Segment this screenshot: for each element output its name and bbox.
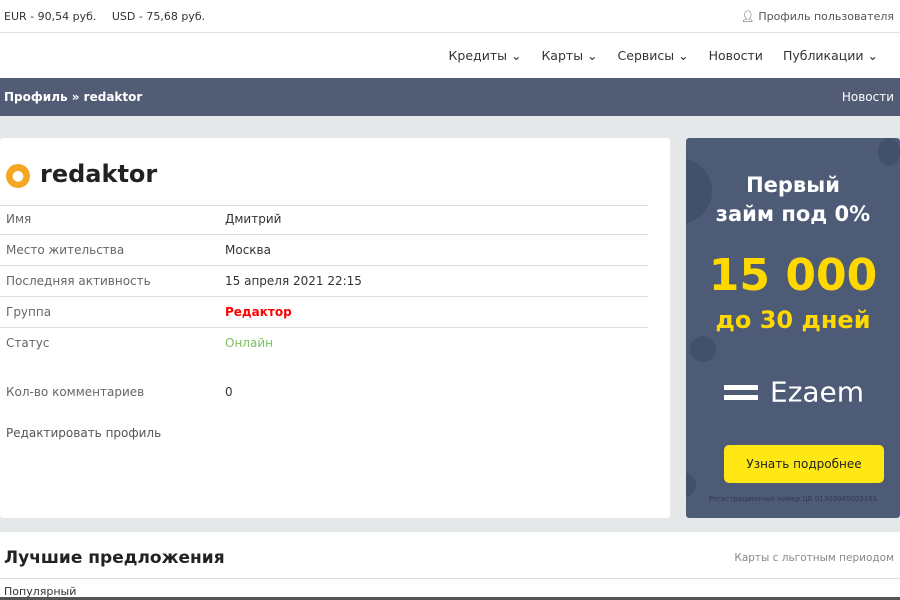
learn-more-button[interactable]: Узнать подробнее <box>724 445 884 483</box>
nav-services-label: Сервисы <box>617 48 675 63</box>
label-group: Группа <box>6 305 52 319</box>
nav-cards-label: Карты <box>541 48 584 63</box>
divider <box>0 265 648 266</box>
nav-publications[interactable]: Публикации ⌄ <box>783 48 878 63</box>
breadcrumb: Профиль » redaktor Новости <box>0 78 900 116</box>
cards-grace-link[interactable]: Карты с льготным периодом <box>734 552 894 564</box>
ad-term: до 30 дней <box>715 306 871 334</box>
ezaem-logo: Ezaem <box>724 374 864 409</box>
label-city: Место жительства <box>6 243 125 257</box>
nav-publications-label: Публикации <box>782 48 864 63</box>
ad-headline-line2: займ под 0% <box>715 202 871 226</box>
chevron-down-icon: ⌄ <box>678 48 689 63</box>
value-group: Редактор <box>225 305 292 319</box>
logo-icon <box>724 380 758 405</box>
divider <box>0 205 648 206</box>
usd-rate: USD - 75,68 руб. <box>111 10 206 23</box>
label-name: Имя <box>6 212 32 226</box>
top-bar: EUR - 90,54 руб. USD - 75,68 руб. 👤︎ Про… <box>0 0 900 33</box>
value-last-activity: 15 апреля 2021 22:15 <box>225 274 362 288</box>
nav-news[interactable]: Новости <box>709 48 763 63</box>
nav-credits-label: Кредиты <box>448 48 507 63</box>
ad-amount: 15 000 <box>708 250 878 301</box>
label-comments: Кол-во комментариев <box>6 385 145 399</box>
label-status: Статус <box>6 336 50 350</box>
user-icon: 👤︎ <box>740 10 759 23</box>
eur-rate: EUR - 90,54 руб. <box>4 10 97 23</box>
value-city: Москва <box>225 243 271 257</box>
value-status: Онлайн <box>225 336 273 350</box>
avatar-icon: ● <box>6 164 30 188</box>
divider <box>0 327 648 328</box>
divider <box>0 578 900 579</box>
decor-circle <box>690 336 716 362</box>
ad-registration: Регистрационный номер ЦБ 01303045003161 <box>708 495 878 503</box>
value-comments: 0 <box>225 385 233 399</box>
username: redaktor <box>40 160 158 188</box>
profile-card: ● redaktor Имя Дмитрий Место жительства … <box>0 138 670 518</box>
currency-rates: EUR - 90,54 руб. USD - 75,68 руб. <box>4 10 217 23</box>
best-offers-section: Лучшие предложения Карты с льготным пери… <box>0 532 900 600</box>
logo-text: Ezaem <box>770 375 865 409</box>
chevron-down-icon: ⌄ <box>587 48 598 63</box>
nav-cards[interactable]: Карты ⌄ <box>541 48 597 63</box>
ad-headline: Первый займ под 0% <box>686 171 900 229</box>
section-title: Лучшие предложения <box>4 548 225 568</box>
decor-circle <box>878 138 900 166</box>
nav-services[interactable]: Сервисы ⌄ <box>618 48 689 63</box>
label-last-activity: Последняя активность <box>6 274 151 288</box>
divider <box>0 234 648 235</box>
profile-link[interactable]: 👤︎ Профиль пользователя <box>741 10 894 23</box>
chevron-down-icon: ⌄ <box>510 48 522 63</box>
breadcrumb-right-link[interactable]: Новости <box>842 90 894 104</box>
breadcrumb-current: Профиль » redaktor <box>4 90 143 104</box>
chevron-down-icon: ⌄ <box>867 48 878 63</box>
value-name: Дмитрий <box>225 212 282 226</box>
divider <box>0 296 648 297</box>
main-nav: Кредиты ⌄ Карты ⌄ Сервисы ⌄ Новости Публ… <box>0 33 900 78</box>
ad-headline-line1: Первый <box>746 173 840 197</box>
nav-credits[interactable]: Кредиты ⌄ <box>449 48 522 63</box>
profile-label: Профиль пользователя <box>758 10 894 23</box>
edit-profile-link[interactable]: Редактировать профиль <box>6 426 161 440</box>
ad-banner[interactable]: Первый займ под 0% 15 000 до 30 дней Ezae… <box>686 138 900 518</box>
decor-circle <box>686 473 696 497</box>
